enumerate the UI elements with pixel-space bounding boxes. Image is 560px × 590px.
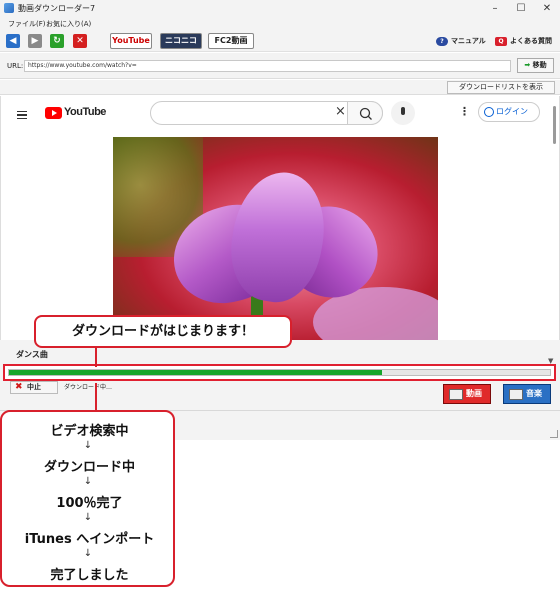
- niconico-site-button[interactable]: ニコニコ: [160, 33, 202, 49]
- maximize-button[interactable]: ☐: [508, 0, 534, 17]
- clear-icon[interactable]: ×: [335, 105, 346, 119]
- faq-icon: Q: [495, 37, 507, 46]
- stop-download-button[interactable]: ✖ 中止: [10, 381, 58, 394]
- embedded-browser: YouTube × ⋮ ログイン: [0, 96, 560, 340]
- help-icon: ?: [436, 37, 448, 46]
- title-bar: 動画ダウンローダー7 – ☐ ✕: [0, 0, 560, 17]
- show-download-list-button[interactable]: ダウンロードリストを表示: [447, 81, 555, 94]
- download-status: ダウンロード中…: [64, 384, 113, 391]
- audio-format-button[interactable]: 音楽: [503, 384, 551, 404]
- app-icon: [4, 3, 14, 13]
- step-item: iTunes へインポート: [24, 532, 155, 547]
- refresh-icon[interactable]: ↻: [50, 34, 64, 48]
- menu-bar: ファイル(F) お気に入り(A): [0, 17, 560, 30]
- arrow-down-icon: ↓: [83, 512, 93, 523]
- fc2-site-button[interactable]: FC2動画: [208, 33, 254, 49]
- forward-icon[interactable]: ▶: [28, 34, 42, 48]
- search-button[interactable]: [347, 101, 383, 125]
- back-icon[interactable]: ◀: [6, 34, 20, 48]
- faq-link[interactable]: Q よくある質問: [495, 36, 552, 46]
- progress-highlight: [3, 364, 556, 381]
- minimize-button[interactable]: –: [482, 0, 508, 17]
- menu-favorites[interactable]: お気に入り(A): [46, 19, 91, 29]
- window-title: 動画ダウンローダー7: [18, 4, 96, 13]
- step-item: ビデオ検索中: [50, 424, 129, 439]
- person-icon: [484, 107, 494, 117]
- step-item: 完了しました: [50, 568, 129, 583]
- video-format-button[interactable]: 動画: [443, 384, 491, 404]
- browser-scrollbar[interactable]: [553, 106, 556, 144]
- film-icon: [449, 389, 463, 400]
- search-icon: [359, 107, 372, 120]
- arrow-down-icon: ↓: [83, 476, 93, 487]
- arrow-down-icon: ↓: [83, 548, 93, 559]
- download-list-bar: ダウンロードリストを表示: [0, 80, 560, 95]
- close-button[interactable]: ✕: [534, 0, 560, 17]
- hamburger-menu-icon[interactable]: [17, 111, 27, 119]
- url-bar: URL: https://www.youtube.com/watch?v= ➡ …: [0, 53, 560, 79]
- menu-file[interactable]: ファイル(F): [8, 19, 46, 29]
- go-button[interactable]: ➡ 移動: [517, 58, 554, 73]
- cancel-icon: ✖: [15, 382, 23, 392]
- toolbar: ◀ ▶ ↻ ✕ YouTube ニコニコ FC2動画 ? マニュアル Q よくある質…: [0, 30, 560, 52]
- youtube-logo-text[interactable]: YouTube: [64, 106, 106, 118]
- youtube-logo-icon[interactable]: [45, 107, 62, 119]
- arrow-down-icon: ↓: [83, 440, 93, 451]
- microphone-icon[interactable]: [391, 101, 415, 125]
- download-start-callout: ダウンロードがはじまります！: [34, 315, 292, 348]
- manual-link[interactable]: ? マニュアル: [436, 36, 486, 46]
- callout-connector: [95, 348, 97, 367]
- youtube-site-button[interactable]: YouTube: [110, 33, 152, 49]
- step-item: ダウンロード中: [43, 460, 135, 475]
- steps-callout: ビデオ検索中 ↓ ダウンロード中 ↓ 100％完了 ↓ iTunes へインポー…: [0, 410, 175, 587]
- step-item: 100％完了: [56, 496, 123, 511]
- url-input[interactable]: https://www.youtube.com/watch?v=: [24, 60, 511, 72]
- login-button[interactable]: ログイン: [478, 102, 540, 122]
- stop-icon[interactable]: ✕: [73, 34, 87, 48]
- download-title: ダンス曲: [16, 350, 48, 359]
- progress-fill: [9, 370, 383, 375]
- arrow-right-icon: ➡: [524, 61, 531, 69]
- more-options-icon[interactable]: ⋮: [459, 105, 470, 118]
- resize-grip[interactable]: [550, 430, 558, 438]
- video-thumbnail[interactable]: [113, 137, 438, 340]
- url-label: URL:: [7, 62, 24, 70]
- music-note-icon: [509, 389, 523, 400]
- progress-bar: [8, 369, 551, 376]
- steps-connector: [95, 383, 97, 411]
